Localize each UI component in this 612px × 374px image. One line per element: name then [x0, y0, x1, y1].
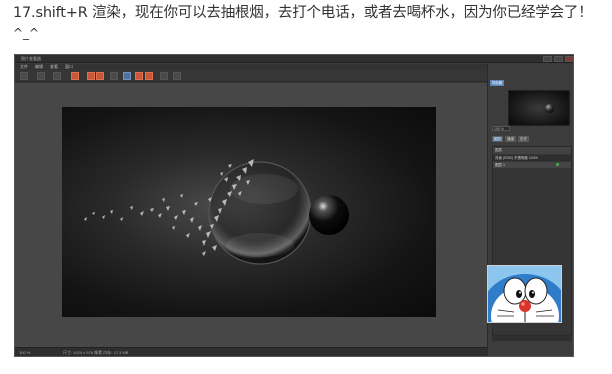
render-image [62, 107, 436, 317]
open-icon[interactable] [20, 72, 28, 80]
toolbar [15, 70, 487, 82]
doraemon-sticker-icon [487, 265, 562, 323]
zoom-field[interactable]: 100 % [492, 126, 510, 131]
layer-list-header: 图层 [493, 147, 571, 154]
layer-row[interactable]: 背景 (RGB) 不透明度 100% [493, 155, 571, 161]
thumbnail-sphere [545, 104, 554, 113]
tab-channels[interactable]: 通道 [505, 136, 516, 142]
maximize-icon[interactable] [554, 56, 563, 62]
navigator-thumbnail[interactable] [508, 90, 570, 126]
viewport[interactable] [15, 83, 487, 347]
rendered-scene [84, 159, 349, 265]
minimize-icon[interactable] [543, 56, 552, 62]
layer-label: 背景 (RGB) 不透明度 100% [495, 156, 538, 160]
emoticon: ^_^ [13, 26, 40, 40]
tab-layers[interactable]: 图层 [492, 136, 503, 142]
tab-navigator[interactable]: 导航器 [490, 80, 504, 86]
crop-icon[interactable] [87, 72, 95, 80]
tab-history[interactable]: 历史 [518, 136, 529, 142]
window-title: 图片查看器 [21, 56, 41, 61]
eye-icon[interactable] [556, 163, 559, 166]
panel-footer [492, 336, 572, 341]
layer-label: 图层 1 [495, 163, 505, 167]
save-icon[interactable] [37, 72, 45, 80]
window-titlebar: 图片查看器 [15, 55, 573, 63]
copy-icon[interactable] [53, 72, 61, 80]
view-icon[interactable] [145, 72, 153, 80]
close-icon[interactable] [565, 56, 573, 62]
settings-icon[interactable] [160, 72, 168, 80]
layer-icon[interactable] [96, 72, 104, 80]
post-caption: 17.shift+R 渲染，现在你可以去抽根烟，去打个电话，或者去喝杯水，因为你… [13, 5, 593, 21]
status-zoom: 100 % [19, 350, 31, 355]
layer-row[interactable]: 图层 1 [493, 162, 571, 168]
black-sphere [309, 195, 349, 235]
grid-icon[interactable] [135, 72, 143, 80]
status-bar: 100 % 尺寸: 1024 x 576 像素 内存: 12.3 MB [15, 347, 487, 356]
render-icon[interactable] [71, 72, 79, 80]
export-icon[interactable] [173, 72, 181, 80]
status-info: 尺寸: 1024 x 576 像素 内存: 12.3 MB [63, 350, 129, 355]
zoom-icon[interactable] [123, 72, 131, 80]
brush-icon[interactable] [110, 72, 118, 80]
